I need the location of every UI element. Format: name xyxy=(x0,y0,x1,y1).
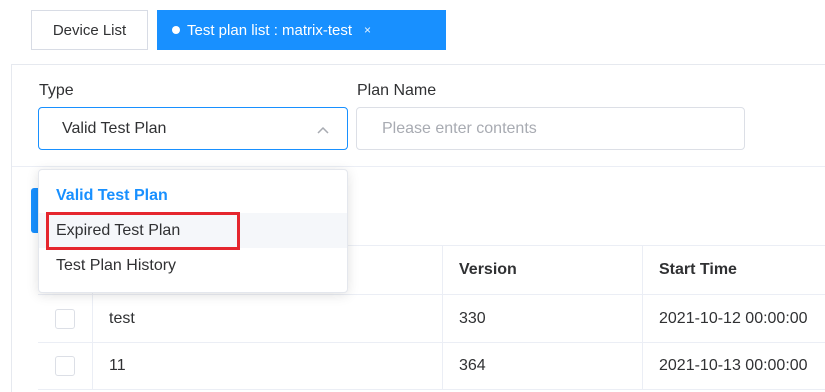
tab-test-plan-list[interactable]: Test plan list : matrix-test × xyxy=(157,10,446,50)
row-name: test xyxy=(93,295,443,342)
table-row[interactable]: 11 364 2021-10-13 00:00:00 xyxy=(38,343,825,390)
row-check-cell xyxy=(38,295,93,342)
type-label: Type xyxy=(39,82,74,99)
row-start-time: 2021-10-13 00:00:00 xyxy=(659,357,808,374)
row-version: 364 xyxy=(443,343,643,389)
dropdown-option-valid[interactable]: Valid Test Plan xyxy=(39,178,347,213)
plan-name-input[interactable] xyxy=(357,108,744,149)
row-checkbox[interactable] xyxy=(55,356,75,376)
plan-name-field[interactable] xyxy=(356,107,745,150)
tab-device-list[interactable]: Device List xyxy=(31,10,148,50)
type-select-value: Valid Test Plan xyxy=(62,120,167,137)
row-version: 330 xyxy=(443,295,643,342)
dropdown-option-history[interactable]: Test Plan History xyxy=(39,248,347,283)
tab-label: Device List xyxy=(52,21,127,39)
form-divider xyxy=(12,166,825,167)
header-version: Version xyxy=(443,246,643,294)
plan-name-label: Plan Name xyxy=(357,82,437,99)
type-select[interactable]: Valid Test Plan xyxy=(38,107,348,150)
chevron-up-icon xyxy=(317,126,329,134)
tab-label: Test plan list : matrix-test xyxy=(187,21,353,39)
close-icon[interactable]: × xyxy=(364,23,371,37)
header-start-time: Start Time xyxy=(659,261,737,278)
table-row[interactable]: test 330 2021-10-12 00:00:00 xyxy=(38,295,825,343)
row-name: 11 xyxy=(93,343,443,389)
dot-icon xyxy=(172,26,180,34)
row-checkbox[interactable] xyxy=(55,308,75,329)
tab-bar: Device List Test plan list : matrix-test… xyxy=(0,0,825,62)
row-start-time: 2021-10-12 00:00:00 xyxy=(659,309,808,327)
highlight-annotation-box xyxy=(46,212,240,250)
row-check-cell xyxy=(38,343,93,389)
